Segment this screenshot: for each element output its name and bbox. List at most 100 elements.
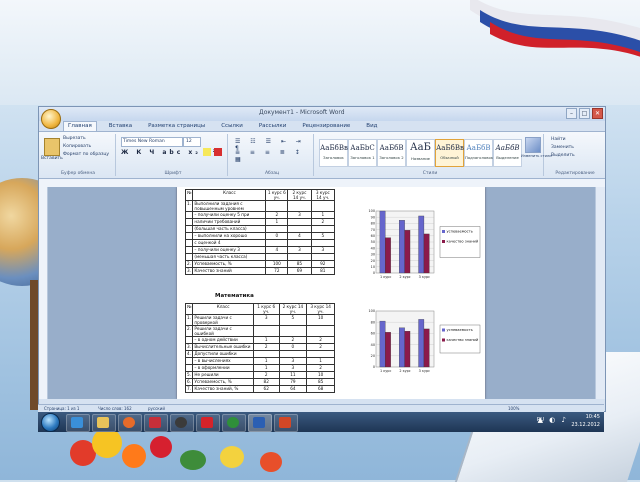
bar (423, 233, 430, 274)
legend-swatch (442, 230, 445, 233)
table-cell (287, 218, 312, 226)
style-emphasis[interactable]: АаБбВ Выделение (493, 139, 522, 167)
style-name: Название (410, 156, 431, 161)
font-label: Шрифт (164, 171, 182, 176)
table-cell: – в вычислениях (192, 357, 254, 365)
style-preview: АаБбВ (379, 144, 404, 152)
legend-swatch (442, 338, 445, 342)
results-table-1: № Класс 1 курс 6 уч. 2 курс 14 уч. 3 курс 14… (184, 189, 336, 275)
y-tick-label: 40 (371, 246, 375, 250)
tab-home[interactable]: Главная (63, 121, 97, 131)
style-preview: АаБбВ (495, 144, 520, 152)
style-subtitle[interactable]: АаБбВ Подзаголовок (464, 139, 493, 167)
copy-button[interactable]: Копировать (63, 144, 91, 149)
style-title[interactable]: АаБбВвГ Заголовок (319, 139, 353, 167)
tab-mailings[interactable]: Рассылки (255, 122, 291, 131)
table-cell: 2 (252, 343, 280, 351)
taskbar-media[interactable] (118, 414, 142, 432)
align-buttons[interactable]: ≡ ≡ ≡ ≣ ↕ ▦ (235, 149, 313, 163)
maximize-button[interactable]: □ (579, 108, 590, 119)
taskbar-explorer[interactable] (92, 414, 116, 432)
legend-label: успеваемость (447, 230, 473, 234)
paste-button[interactable]: Вставить (41, 156, 63, 161)
table-header-cell: № (184, 189, 194, 201)
ribbon: Вставить Вырезать Копировать Формат по о… (39, 131, 605, 179)
office-button[interactable] (41, 109, 61, 129)
find-button[interactable]: Найти (551, 137, 566, 142)
table-cell (252, 325, 280, 337)
table-row: (меньшая часть класса) (184, 253, 336, 261)
table-header-cell: Класс (192, 303, 254, 315)
style-preview: АаБ (410, 142, 431, 153)
change-styles-icon[interactable] (525, 137, 541, 153)
window-title: Документ1 - Microsoft Word (259, 109, 345, 116)
paste-icon[interactable] (44, 138, 60, 156)
format-painter-button[interactable]: Формат по образцу (63, 152, 109, 157)
cut-button[interactable]: Вырезать (63, 136, 86, 141)
font-size-select[interactable]: 12 (183, 137, 201, 147)
font-color-icon[interactable] (214, 148, 222, 156)
chart-1[interactable]: 0 10 20 30 40 50 60 70 80 90 100 1 курс 2 курс 3 курс… (362, 207, 482, 287)
taskbar-powerpoint[interactable] (274, 414, 298, 432)
chart-2[interactable]: 0 20 40 60 80 100 1 курс 2 курс 3 курс успеваемос… (362, 307, 482, 379)
tab-insert[interactable]: Вставка (105, 122, 136, 131)
table-body: 1. Выполнили задания с повышенным уровнем… (184, 200, 336, 275)
vertical-ruler[interactable] (39, 187, 48, 399)
minimize-button[interactable]: – (566, 108, 577, 119)
table-cell (310, 200, 336, 212)
tab-page-layout[interactable]: Разметка страницы (144, 122, 209, 131)
clock[interactable]: 10:45 23.12.2012 (571, 413, 600, 429)
table-row: – в вычислениях 1 3 1 (184, 357, 335, 365)
paragraph-label: Абзац (264, 171, 280, 176)
document-area: № Класс 1 курс 6 уч. 2 курс 14 уч. 3 курс 14… (39, 187, 605, 399)
table-cell: – выполнили на хорошо (192, 232, 267, 240)
table-cell: 2 (306, 336, 335, 344)
style-name-title[interactable]: АаБ Название (406, 139, 435, 167)
tab-view[interactable]: Вид (362, 122, 381, 131)
x-tick-label: 1 курс (380, 369, 391, 373)
document-page[interactable]: № Класс 1 курс 6 уч. 2 курс 14 уч. 3 курс 14… (177, 187, 485, 399)
bar (404, 331, 411, 368)
taskbar-app4[interactable] (144, 414, 168, 432)
taskbar-app6[interactable] (196, 414, 220, 432)
table-cell: 5. (184, 371, 194, 379)
table-cell: 69 (287, 267, 312, 275)
table-cell: 2. (184, 260, 194, 268)
taskbar-app7[interactable] (222, 414, 246, 432)
table-cell: – в одном действии (192, 336, 254, 344)
table-cell (184, 253, 194, 261)
select-button[interactable]: Выделить (551, 153, 575, 158)
taskbar-word[interactable] (248, 414, 272, 432)
clipboard-group: Вставить Вырезать Копировать Формат по о… (41, 134, 116, 176)
table-body: 1. Решили задачи с проверкой 3 5 10 2. Решили … (184, 314, 335, 393)
style-normal[interactable]: АаБбВв Обычный (435, 139, 464, 167)
table-row: 5. Не решили 2 11 10 (184, 371, 335, 379)
table-cell (310, 225, 336, 233)
style-name: Заголовок 1 (350, 155, 375, 160)
word-icon (253, 417, 265, 428)
highlight-icon[interactable] (203, 148, 211, 156)
table-cell: 62 (252, 385, 280, 393)
flag-ribbon-decoration (470, 0, 640, 57)
close-button[interactable]: ✕ (592, 108, 603, 119)
y-tick-label: 40 (371, 343, 375, 347)
tab-references[interactable]: Ссылки (217, 122, 247, 131)
style-heading1[interactable]: АаБbС Заголовок 1 (348, 139, 377, 167)
zoom-level[interactable]: 100% (508, 406, 519, 411)
taskbar-ie[interactable] (66, 414, 90, 432)
replace-button[interactable]: Заменить (551, 145, 574, 150)
tray-icons[interactable]: ▲ ◐ ♪ (538, 416, 568, 424)
taskbar-app5[interactable] (170, 414, 194, 432)
start-button[interactable] (41, 413, 60, 432)
tab-review[interactable]: Рецензирование (298, 122, 354, 131)
taskbar: RU ▲ ◐ ♪ 10:45 23.12.2012 (38, 412, 604, 432)
table-cell (184, 336, 194, 344)
font-name-select[interactable]: Times New Roman (121, 137, 183, 147)
table-cell: 2 (306, 364, 335, 372)
vertical-scrollbar[interactable] (595, 187, 605, 399)
table-cell: (большая часть класса) (192, 225, 267, 233)
table-row: 4. Допустили ошибки (184, 350, 335, 358)
table-cell: 1 (252, 357, 280, 365)
style-heading2[interactable]: АаБбВ Заголовок 2 (377, 139, 406, 167)
table-row: 7. Качество знаний, % 62 64 68 (184, 385, 335, 393)
